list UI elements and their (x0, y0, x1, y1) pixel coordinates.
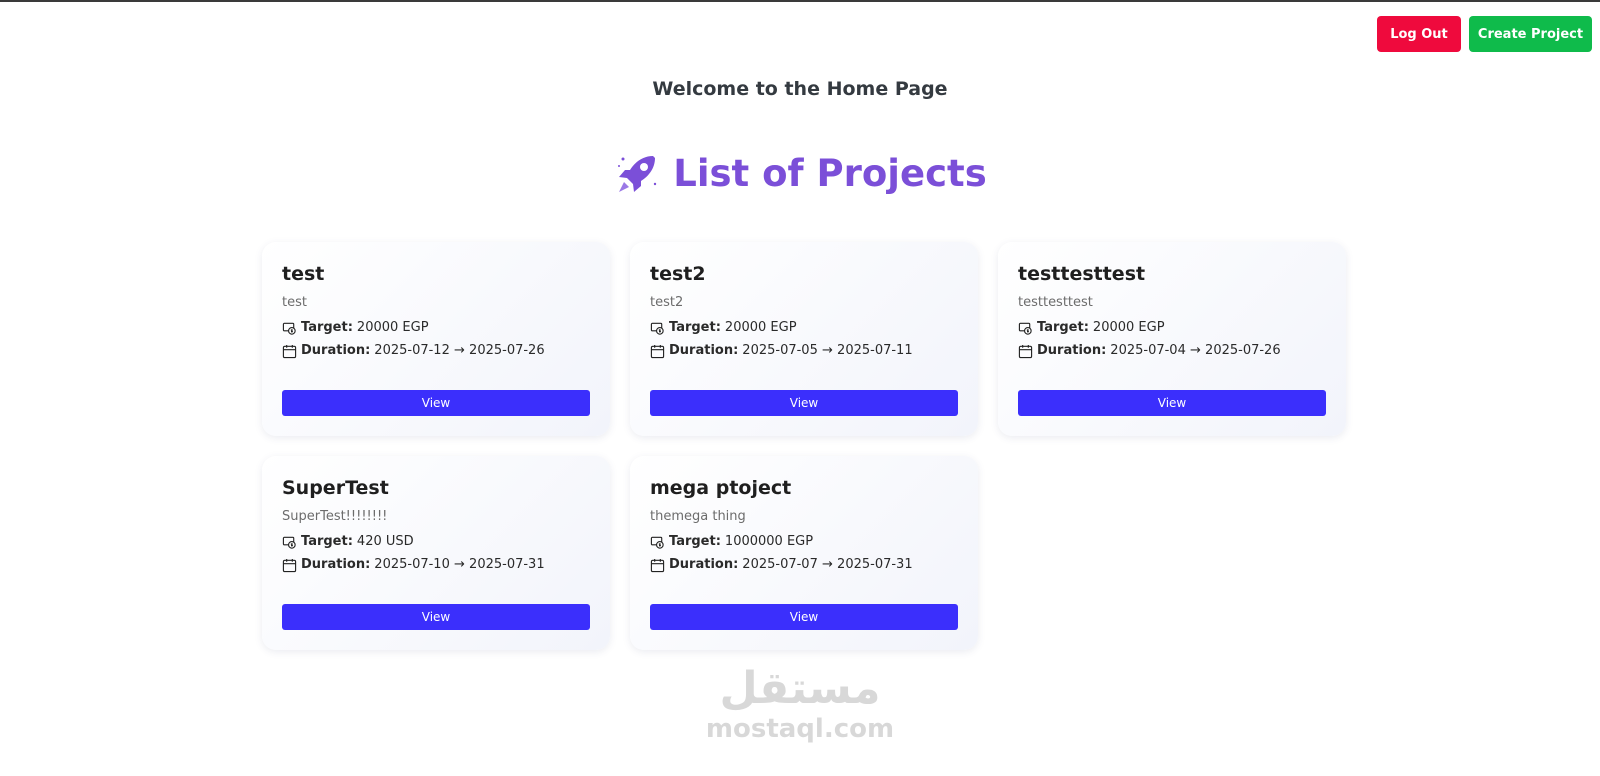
project-target: Target: 420 USD (282, 534, 590, 550)
duration-start: 2025-07-10 (374, 557, 450, 572)
top-border (0, 0, 1600, 2)
project-duration: Duration: 2025-07-10 → 2025-07-31 (282, 557, 590, 573)
duration-value: 2025-07-12 → 2025-07-26 (374, 343, 544, 359)
calendar-icon (282, 558, 297, 573)
duration-value: 2025-07-04 → 2025-07-26 (1110, 343, 1280, 359)
duration-start: 2025-07-12 (374, 343, 450, 358)
target-value: 420 USD (356, 534, 414, 549)
duration-end: 2025-07-31 (837, 557, 913, 572)
project-duration: Duration: 2025-07-12 → 2025-07-26 (282, 343, 590, 359)
view-button[interactable]: View (650, 390, 958, 416)
duration-label: Duration: (669, 343, 739, 358)
calendar-icon (650, 344, 665, 359)
duration-label: Duration: (1037, 343, 1107, 358)
project-description: themega thing (650, 509, 746, 524)
duration-start: 2025-07-07 (742, 557, 818, 572)
project-name: test2 (650, 263, 706, 285)
duration-end: 2025-07-31 (469, 557, 545, 572)
project-description: test2 (650, 295, 684, 310)
projects-title: List of Projects (673, 152, 987, 195)
create-project-button[interactable]: Create Project (1469, 16, 1592, 52)
project-card: test2 test2 Target: 20000 EGP Duration: (630, 242, 978, 436)
project-duration: Duration: 2025-07-05 → 2025-07-11 (650, 343, 958, 359)
project-description: SuperTest!!!!!!!! (282, 509, 388, 524)
duration-value: 2025-07-05 → 2025-07-11 (742, 343, 912, 359)
project-name: SuperTest (282, 477, 389, 499)
duration-end: 2025-07-26 (1205, 343, 1281, 358)
duration-start: 2025-07-05 (742, 343, 818, 358)
project-duration: Duration: 2025-07-04 → 2025-07-26 (1018, 343, 1326, 359)
rocket-icon (613, 150, 661, 198)
calendar-icon (650, 558, 665, 573)
duration-end: 2025-07-26 (469, 343, 545, 358)
view-button[interactable]: View (282, 390, 590, 416)
project-card: test test Target: 20000 EGP Duration: 20… (262, 242, 610, 436)
project-name: testtesttest (1018, 263, 1146, 285)
money-icon (650, 535, 665, 550)
project-duration: Duration: 2025-07-07 → 2025-07-31 (650, 557, 958, 573)
duration-arrow: → (822, 343, 833, 358)
watermark-arabic: مستقل (719, 663, 881, 714)
duration-arrow: → (454, 343, 465, 358)
duration-arrow: → (1190, 343, 1201, 358)
money-icon (650, 321, 665, 336)
project-target: Target: 1000000 EGP (650, 534, 958, 550)
project-target: Target: 20000 EGP (282, 320, 590, 336)
mostaql-watermark: مستقل mostaql.com (700, 663, 900, 745)
target-label: Target: (1037, 320, 1089, 335)
project-card: SuperTest SuperTest!!!!!!!! Target: 420 … (262, 456, 610, 650)
project-name: mega ptoject (650, 477, 792, 499)
calendar-icon (282, 344, 297, 359)
welcome-heading: Welcome to the Home Page (652, 78, 948, 100)
target-label: Target: (301, 320, 353, 335)
project-name: test (282, 263, 325, 285)
watermark-latin: mostaql.com (705, 714, 895, 744)
duration-start: 2025-07-04 (1110, 343, 1186, 358)
project-description: testtesttest (1018, 295, 1093, 310)
calendar-icon (1018, 344, 1033, 359)
money-icon (1018, 321, 1033, 336)
logout-button[interactable]: Log Out (1377, 16, 1461, 52)
project-target: Target: 20000 EGP (650, 320, 958, 336)
projects-grid: test test Target: 20000 EGP Duration: 20… (262, 242, 1347, 650)
target-value: 1000000 EGP (724, 534, 814, 549)
project-description: test (282, 295, 307, 310)
view-button[interactable]: View (282, 604, 590, 630)
header-actions: Log Out Create Project (1377, 16, 1592, 52)
target-value: 20000 EGP (724, 320, 797, 335)
projects-heading: List of Projects (0, 150, 1600, 198)
target-label: Target: (669, 320, 721, 335)
view-button[interactable]: View (1018, 390, 1326, 416)
target-label: Target: (301, 534, 353, 549)
duration-value: 2025-07-07 → 2025-07-31 (742, 557, 912, 573)
project-card: testtesttest testtesttest Target: 20000 … (998, 242, 1346, 436)
target-value: 20000 EGP (1092, 320, 1165, 335)
target-value: 20000 EGP (356, 320, 429, 335)
project-card: mega ptoject themega thing Target: 10000… (630, 456, 978, 650)
duration-label: Duration: (669, 557, 739, 572)
duration-label: Duration: (301, 557, 371, 572)
duration-value: 2025-07-10 → 2025-07-31 (374, 557, 544, 573)
duration-label: Duration: (301, 343, 371, 358)
money-icon (282, 321, 297, 336)
money-icon (282, 535, 297, 550)
duration-arrow: → (822, 557, 833, 572)
duration-end: 2025-07-11 (837, 343, 913, 358)
project-target: Target: 20000 EGP (1018, 320, 1326, 336)
duration-arrow: → (454, 557, 465, 572)
view-button[interactable]: View (650, 604, 958, 630)
target-label: Target: (669, 534, 721, 549)
